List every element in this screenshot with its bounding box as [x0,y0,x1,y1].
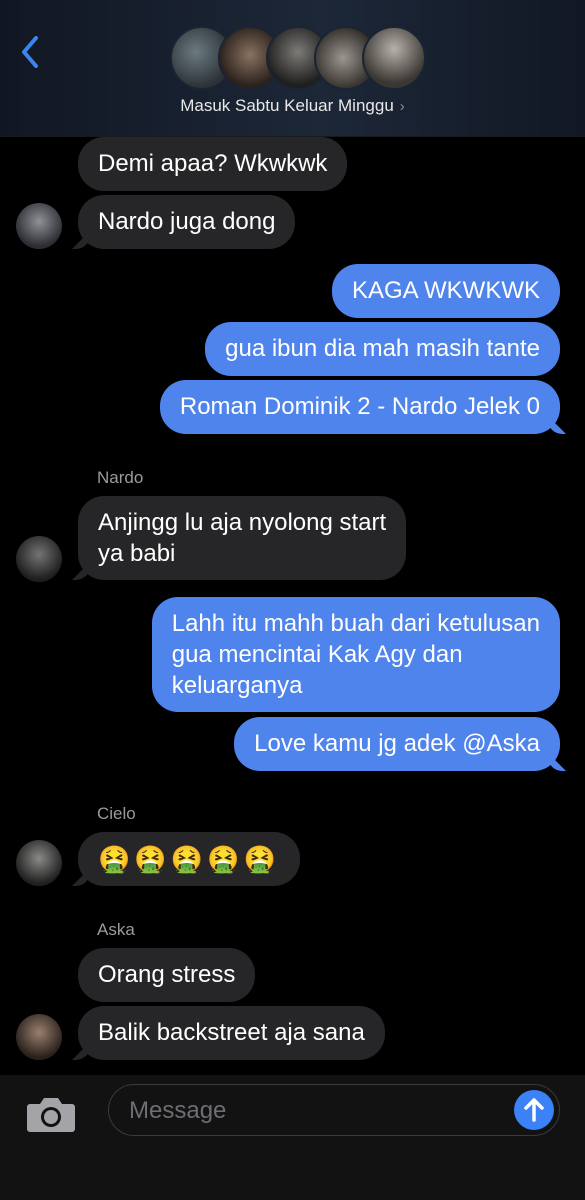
message-bubble-outgoing[interactable]: gua ibun dia mah masih tante [205,322,560,376]
message-bubble-incoming[interactable]: Demi apaa? Wkwkwk [78,137,348,191]
send-button[interactable] [514,1090,554,1130]
message-bubble-incoming[interactable]: Nardo juga dong [78,195,296,249]
chevron-left-icon [22,36,38,68]
message-bubble-outgoing[interactable]: Roman Dominik 2 - Nardo Jelek 0 [159,380,560,434]
avatar[interactable] [16,840,62,886]
message-bubble-incoming[interactable]: 🤮🤮🤮🤮🤮 [78,832,300,886]
group-name-label: Masuk Sabtu Keluar Minggu [180,96,394,115]
message-bubble-outgoing[interactable]: Lahh itu mahh buah dari ketulusan gua me… [151,597,560,712]
message-text-line: gua mencintai Kak Agy dan [171,641,463,668]
message-text: Orang stress [98,961,236,988]
back-button[interactable] [16,32,46,72]
message-bubble-incoming[interactable]: Orang stress [78,948,256,1002]
message-bubble-outgoing[interactable]: KAGA WKWKWK [331,264,560,318]
message-placeholder: Message [129,1097,227,1124]
camera-icon [27,1098,75,1132]
message-bubble-incoming[interactable]: Balik backstreet aja sana [78,1006,385,1060]
message-text-line: ya babi [98,540,176,567]
group-name[interactable]: Masuk Sabtu Keluar Minggu › [0,96,585,116]
message-bubble-outgoing[interactable]: Love kamu jg adek @Aska [234,717,560,771]
message-text-line: Lahh itu mahh buah dari ketulusan [171,610,540,637]
avatar[interactable] [16,203,62,249]
message-text: Love kamu jg adek @Aska [254,730,540,757]
avatar[interactable] [16,1014,62,1060]
arrow-up-icon [524,1098,544,1122]
message-text: KAGA WKWKWK [351,277,540,304]
sender-name: Aska [97,920,135,939]
message-text: gua ibun dia mah masih tante [225,335,540,362]
avatar[interactable] [16,536,62,582]
message-text: Roman Dominik 2 - Nardo Jelek 0 [179,393,540,420]
group-avatars[interactable] [170,26,426,90]
chevron-right-icon: › [399,98,405,115]
conversation-header: Masuk Sabtu Keluar Minggu › [0,0,585,137]
composer-bar: Message [0,1075,585,1200]
sender-name: Cielo [97,804,136,823]
avatar [362,26,426,90]
sender-name: Nardo [97,468,144,487]
message-text-line: Anjingg lu aja nyolong start [98,509,387,536]
message-input[interactable]: Message [108,1084,560,1136]
message-bubble-incoming[interactable]: Anjingg lu aja nyolong start ya babi [78,496,407,580]
message-text: Balik backstreet aja sana [98,1019,365,1046]
message-text: 🤮🤮🤮🤮🤮 [98,844,280,874]
camera-button[interactable] [26,1094,76,1134]
message-text: Nardo juga dong [98,208,276,235]
message-text: Demi apaa? Wkwkwk [98,150,328,177]
message-text-line: keluarganya [171,672,303,699]
